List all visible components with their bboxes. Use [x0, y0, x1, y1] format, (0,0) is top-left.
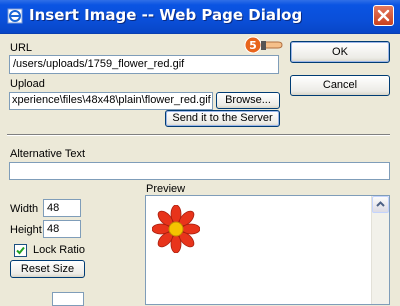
close-icon — [377, 9, 390, 22]
step-badge-number: 5 — [249, 39, 257, 52]
width-input[interactable]: 48 — [43, 199, 81, 217]
border-input[interactable] — [52, 292, 84, 306]
alt-text-label: Alternative Text — [10, 148, 86, 160]
checkmark-icon — [16, 246, 25, 255]
window-title: Insert Image -- Web Page Dialog — [29, 6, 303, 24]
chevron-up-icon — [376, 201, 385, 207]
section-divider — [7, 134, 390, 136]
url-label: URL — [10, 42, 33, 54]
preview-pane — [145, 195, 390, 305]
cancel-button[interactable]: Cancel — [290, 75, 390, 96]
scroll-up-button[interactable] — [372, 196, 389, 213]
browse-button[interactable]: Browse... — [216, 92, 280, 109]
alt-text-input[interactable] — [9, 162, 390, 180]
send-to-server-button[interactable]: Send it to the Server — [165, 110, 280, 127]
url-input[interactable]: /users/uploads/1759_flower_red.gif — [9, 55, 279, 74]
title-bar: Insert Image -- Web Page Dialog — [0, 0, 400, 34]
reset-size-button[interactable]: Reset Size — [10, 260, 85, 278]
upload-label: Upload — [10, 78, 45, 90]
hand-pointer-icon — [261, 41, 283, 50]
upload-file-input[interactable]: xperience\files\48x48\plain\flower_red.g… — [9, 92, 213, 110]
ie-page-icon — [7, 8, 23, 24]
preview-label: Preview — [146, 183, 186, 195]
ok-button[interactable]: OK — [290, 41, 390, 63]
close-button[interactable] — [373, 5, 394, 26]
step-indicator: 5 — [244, 36, 283, 54]
height-input[interactable]: 48 — [43, 220, 81, 238]
lock-ratio-checkbox[interactable] — [14, 244, 27, 257]
flower-image — [152, 205, 200, 253]
height-label: Height — [10, 224, 42, 236]
width-label: Width — [10, 203, 39, 215]
preview-scrollbar[interactable] — [371, 196, 389, 304]
lock-ratio-label: Lock Ratio — [33, 244, 85, 256]
